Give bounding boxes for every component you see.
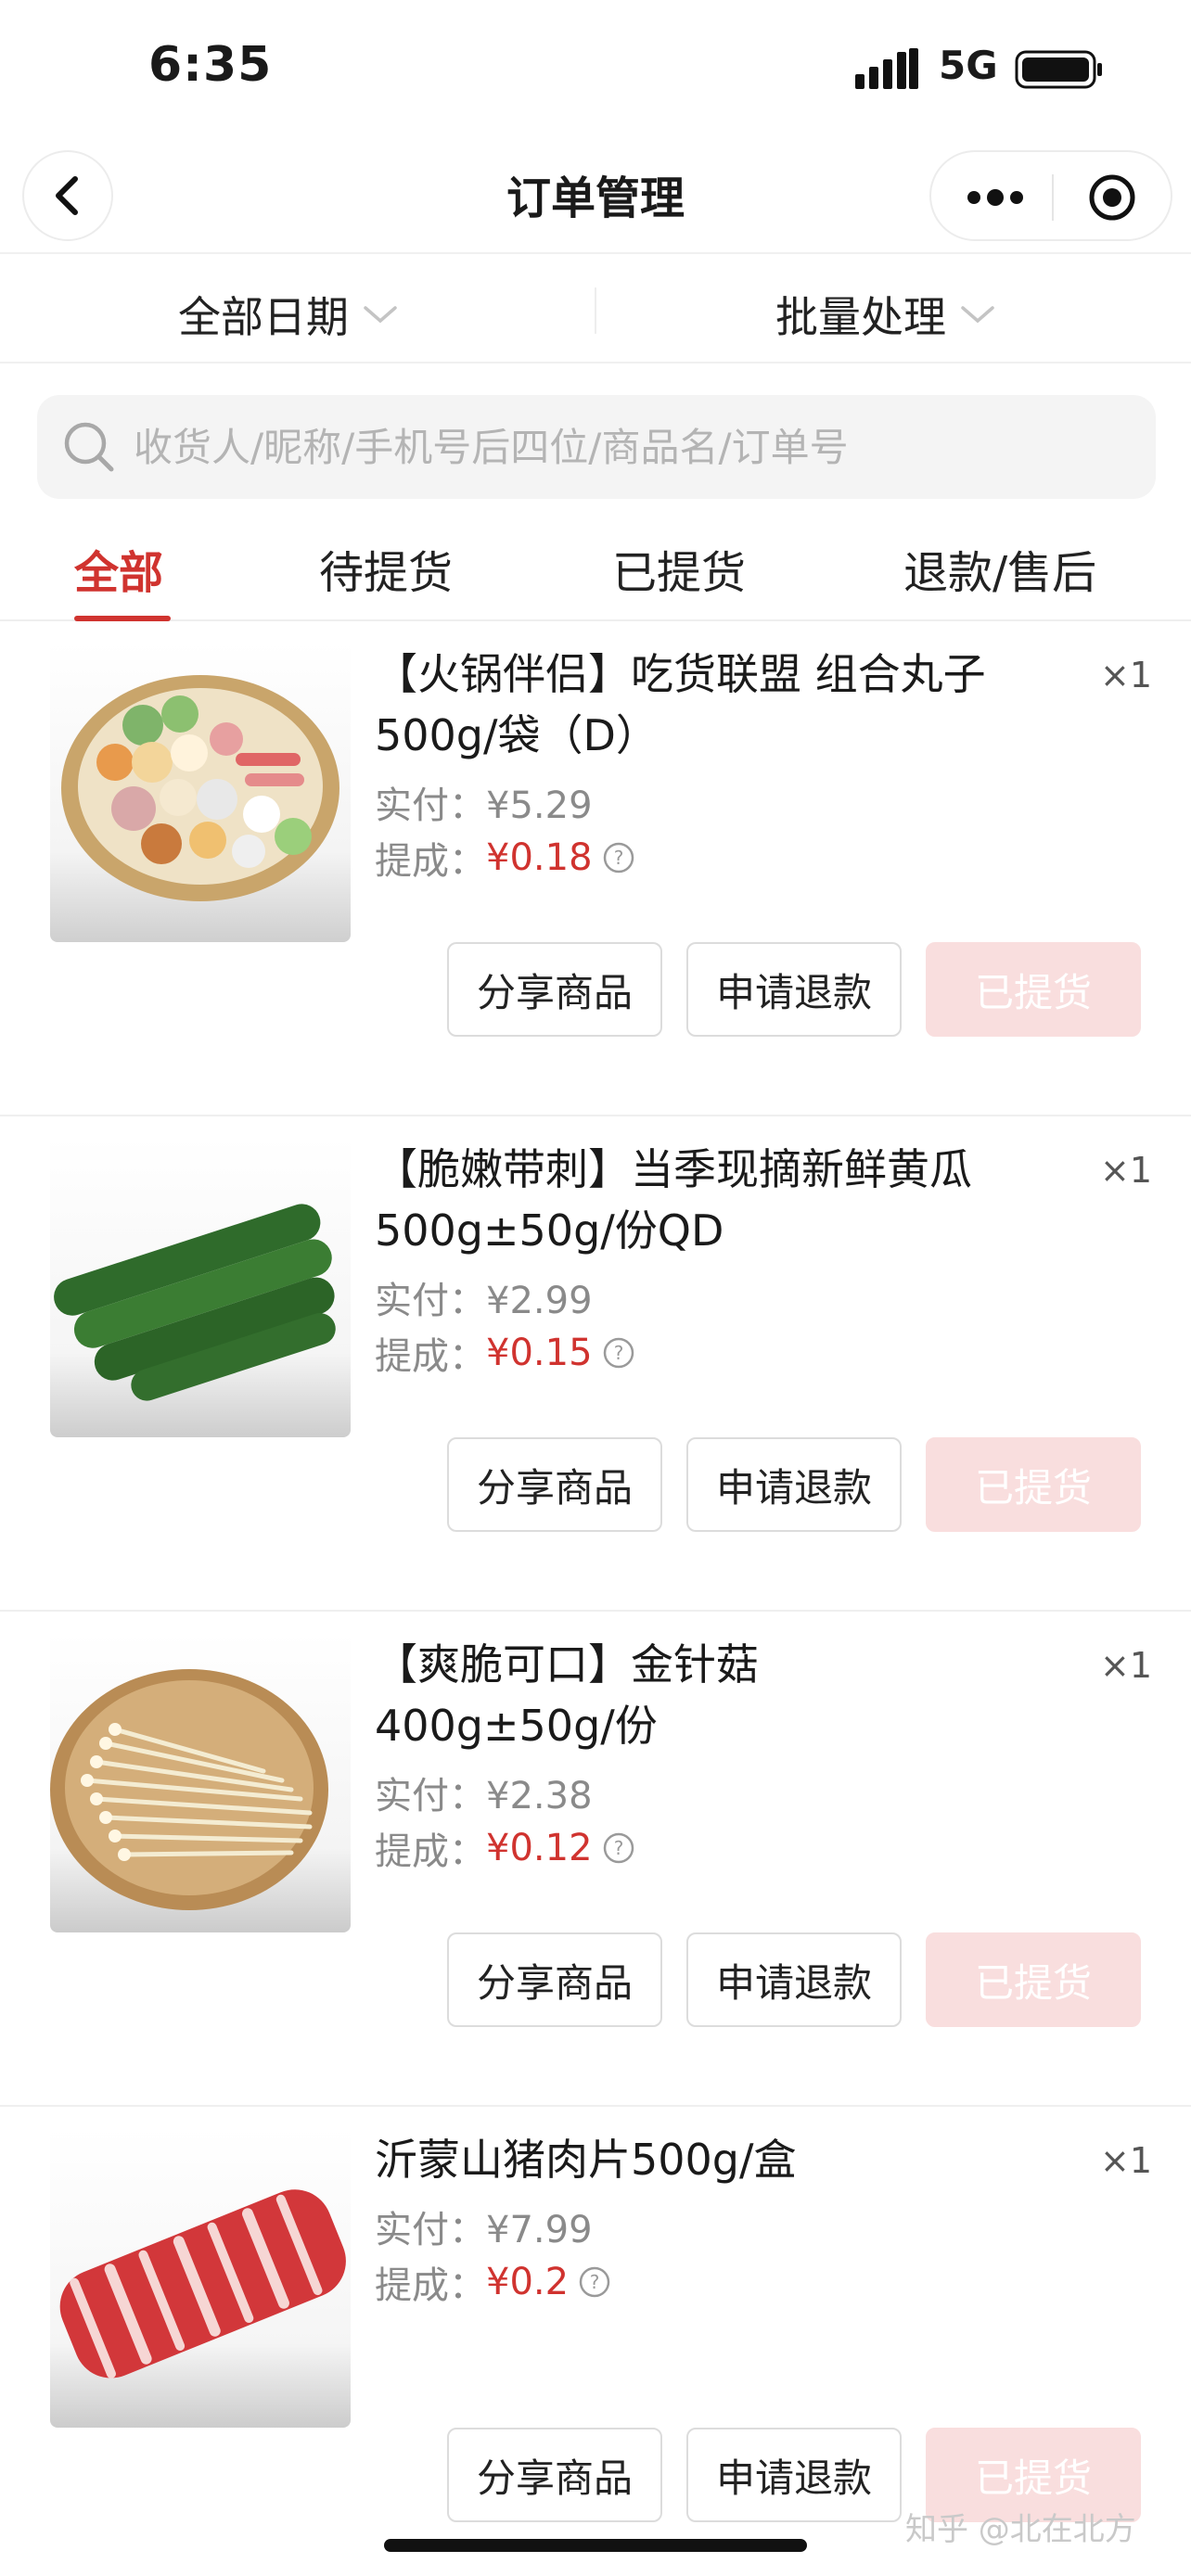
product-title: 【爽脆可口】金针菇 400g±50g/份 [375, 1639, 759, 1751]
nav-bar: 订单管理 [0, 139, 1191, 254]
picked-up-button[interactable]: 已提货 [926, 1932, 1141, 2027]
status-bar: 6:35 5G [0, 0, 1191, 139]
svg-text:?: ? [613, 1837, 623, 1859]
batch-filter-label: 批量处理 [775, 292, 946, 342]
home-indicator [384, 2539, 807, 2552]
question-circle-icon[interactable]: ? [578, 2265, 611, 2299]
quantity: ×1 [1100, 655, 1153, 695]
status-time: 6:35 [148, 37, 273, 93]
paid-amount: 实付：¥2.38 [375, 1766, 593, 1819]
date-filter-dropdown[interactable]: 全部日期 [178, 284, 399, 345]
quantity: ×1 [1100, 2140, 1153, 2181]
search-input[interactable] [134, 424, 1135, 470]
paid-label: 实付： [375, 2209, 486, 2251]
paid-value: ¥2.99 [486, 1280, 593, 1322]
pork-slices-image [50, 2127, 351, 2428]
svg-text:?: ? [590, 2271, 600, 2293]
battery-icon [1015, 50, 1102, 89]
paid-label: 实付： [375, 784, 486, 827]
paid-value: ¥7.99 [486, 2209, 593, 2251]
paid-value: ¥2.38 [486, 1775, 593, 1817]
picked-up-button[interactable]: 已提货 [926, 942, 1141, 1037]
active-tab-indicator [74, 616, 171, 621]
share-product-button[interactable]: 分享商品 [447, 1437, 662, 1532]
commission-amount: 提成： ¥0.15 ? [375, 1326, 635, 1380]
commission-value: ¥0.2 [486, 2261, 570, 2303]
tab-all[interactable]: 全部 [74, 536, 163, 601]
commission-value: ¥0.15 [486, 1332, 593, 1374]
commission-label: 提成： [375, 1335, 486, 1378]
commission-label: 提成： [375, 840, 486, 883]
product-image [50, 1632, 351, 1932]
svg-text:?: ? [613, 1342, 623, 1364]
chevron-down-icon [364, 306, 397, 324]
tab-refund-after-sales[interactable]: 退款/售后 [903, 536, 1096, 601]
hotpot-balls-image [50, 642, 351, 942]
question-circle-icon[interactable]: ? [602, 1336, 635, 1370]
date-filter-label: 全部日期 [178, 292, 349, 342]
paid-amount: 实付：¥7.99 [375, 2200, 593, 2253]
commission-label: 提成： [375, 1830, 486, 1873]
order-management-screen: 6:35 5G 订单管理 全部日期 批量处理 收货人/昵称/手机号后四位/商品名… [0, 0, 1191, 2576]
cucumber-image [50, 1137, 351, 1437]
filter-row: 全部日期 批量处理 [0, 256, 1191, 363]
batch-process-dropdown[interactable]: 批量处理 [775, 284, 996, 345]
paid-value: ¥5.29 [486, 784, 593, 827]
request-refund-button[interactable]: 申请退款 [686, 1437, 902, 1532]
commission-amount: 提成： ¥0.18 ? [375, 831, 635, 885]
question-circle-icon[interactable]: ? [602, 1831, 635, 1865]
order-item[interactable]: 【脆嫩带刺】当季现摘新鲜黄瓜500g±50g/份QD ×1 实付：¥2.99 提… [0, 1118, 1191, 1612]
order-item[interactable]: 【爽脆可口】金针菇 400g±50g/份 ×1 实付：¥2.38 提成： ¥0.1… [0, 1613, 1191, 2107]
paid-amount: 实付：¥5.29 [375, 775, 593, 829]
network-type: 5G [939, 43, 998, 88]
close-target-icon[interactable] [1087, 172, 1137, 223]
search-bar[interactable] [37, 395, 1156, 499]
more-dots-icon[interactable] [967, 184, 1024, 211]
request-refund-button[interactable]: 申请退款 [686, 2428, 902, 2522]
watermark: 知乎 @北在北方 [905, 2511, 1136, 2548]
picked-up-button[interactable]: 已提货 [926, 1437, 1141, 1532]
commission-value: ¥0.18 [486, 836, 593, 879]
tab-pending-pickup[interactable]: 待提货 [319, 536, 453, 601]
share-product-button[interactable]: 分享商品 [447, 942, 662, 1037]
product-title: 【脆嫩带刺】当季现摘新鲜黄瓜500g±50g/份QD [375, 1144, 972, 1256]
mini-program-capsule [929, 150, 1172, 241]
capsule-divider [1052, 174, 1054, 221]
quantity: ×1 [1100, 1645, 1153, 1686]
product-title: 沂蒙山猪肉片500g/盒 [375, 2135, 797, 2185]
order-status-tabs: 全部 待提货 已提货 退款/售后 [0, 519, 1191, 621]
product-image [50, 2127, 351, 2428]
svg-text:?: ? [613, 847, 623, 869]
request-refund-button[interactable]: 申请退款 [686, 1932, 902, 2027]
quantity: ×1 [1100, 1150, 1153, 1191]
paid-label: 实付： [375, 1775, 486, 1817]
share-product-button[interactable]: 分享商品 [447, 1932, 662, 2027]
product-image [50, 642, 351, 942]
filter-divider [595, 287, 596, 334]
commission-value: ¥0.12 [486, 1827, 593, 1869]
search-icon [64, 422, 114, 472]
product-image [50, 1137, 351, 1437]
request-refund-button[interactable]: 申请退款 [686, 942, 902, 1037]
signal-icon [855, 48, 918, 89]
commission-amount: 提成： ¥0.12 ? [375, 1821, 635, 1875]
chevron-down-icon [961, 306, 994, 324]
commission-amount: 提成： ¥0.2 ? [375, 2255, 611, 2309]
order-item[interactable]: 【火锅伴侣】吃货联盟 组合丸子500g/袋（D） ×1 实付：¥5.29 提成：… [0, 623, 1191, 1116]
share-product-button[interactable]: 分享商品 [447, 2428, 662, 2522]
product-title: 【火锅伴侣】吃货联盟 组合丸子500g/袋（D） [375, 649, 986, 760]
question-circle-icon[interactable]: ? [602, 841, 635, 874]
paid-amount: 实付：¥2.99 [375, 1270, 593, 1324]
enoki-image [50, 1632, 351, 1932]
tab-picked-up[interactable]: 已提货 [612, 536, 746, 601]
commission-label: 提成： [375, 2264, 486, 2307]
paid-label: 实付： [375, 1280, 486, 1322]
